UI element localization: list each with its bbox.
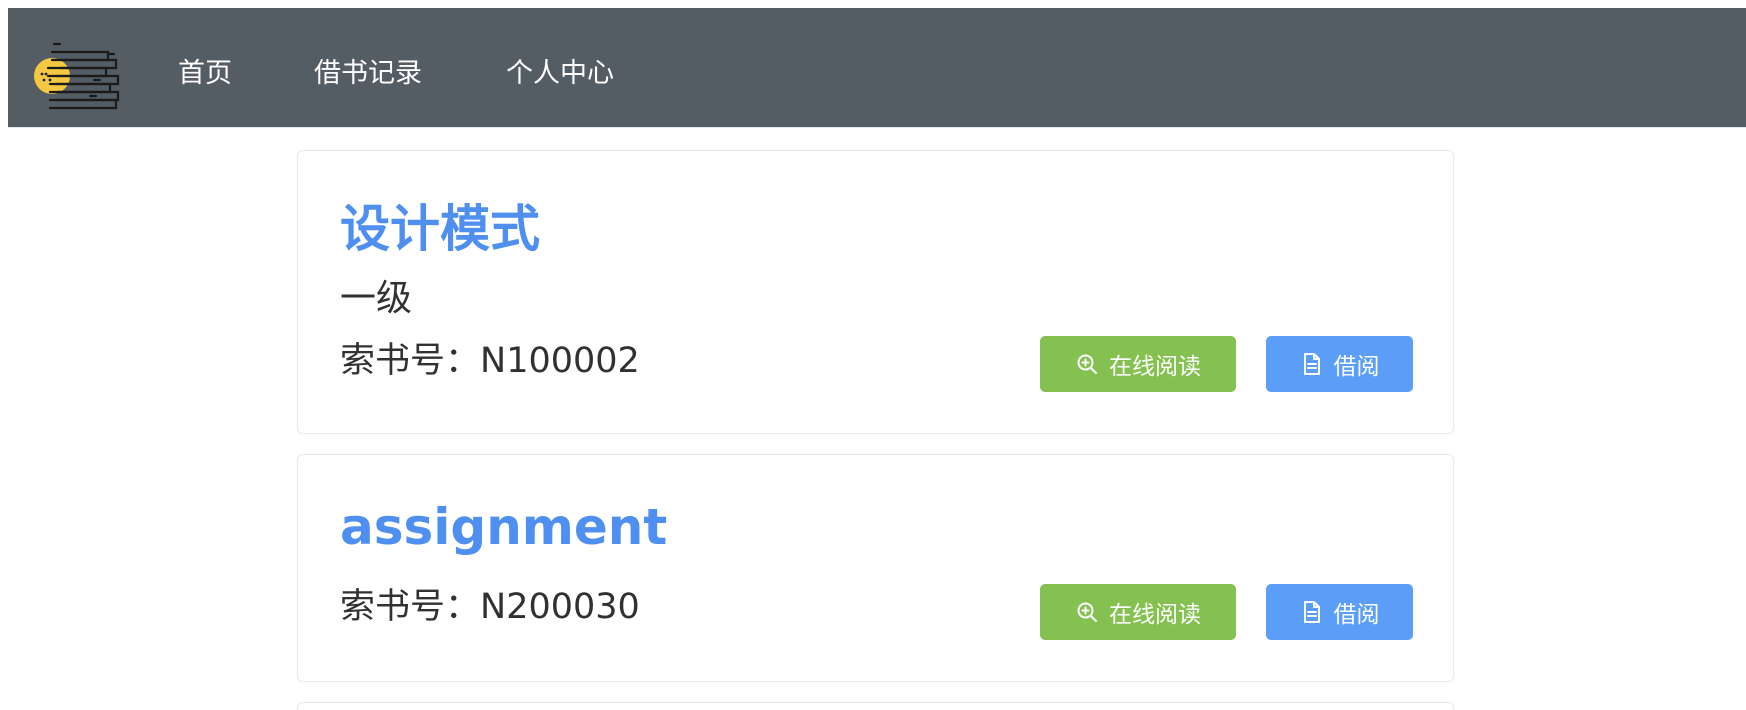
call-number-label: 索书号：: [340, 587, 481, 627]
book-card: assignment 索书号：N200030 在线阅读 借阅: [297, 454, 1454, 682]
book-level: 一级: [340, 278, 413, 319]
top-navbar: 首页 借书记录 个人中心: [8, 8, 1746, 128]
books-stack-logo-icon[interactable]: [30, 34, 122, 114]
read-online-label: 在线阅读: [1109, 602, 1201, 628]
read-online-button[interactable]: 在线阅读: [1040, 584, 1236, 640]
borrow-label: 借阅: [1333, 354, 1380, 380]
book-card: 设计模式 一级 索书号：N100002 在线阅读 借阅: [297, 150, 1454, 434]
zoom-in-icon: [1075, 352, 1099, 376]
book-title[interactable]: 设计模式: [340, 199, 540, 259]
call-number-label: 索书号：: [340, 341, 481, 381]
borrow-label: 借阅: [1333, 602, 1380, 628]
nav-item-profile[interactable]: 个人中心: [506, 46, 614, 102]
nav-item-home[interactable]: 首页: [178, 46, 232, 102]
read-online-label: 在线阅读: [1109, 354, 1201, 380]
document-icon: [1300, 352, 1324, 376]
call-number-value: N100002: [480, 341, 640, 381]
book-title[interactable]: assignment: [340, 497, 667, 557]
borrow-button[interactable]: 借阅: [1266, 336, 1413, 392]
document-icon: [1300, 600, 1324, 624]
call-number-line: 索书号：N200030: [340, 585, 640, 629]
zoom-in-icon: [1075, 600, 1099, 624]
read-online-button[interactable]: 在线阅读: [1040, 336, 1236, 392]
book-card: [297, 702, 1454, 710]
call-number-line: 索书号：N100002: [340, 339, 640, 383]
borrow-button[interactable]: 借阅: [1266, 584, 1413, 640]
nav-item-borrow-records[interactable]: 借书记录: [314, 46, 422, 102]
call-number-value: N200030: [480, 587, 640, 627]
